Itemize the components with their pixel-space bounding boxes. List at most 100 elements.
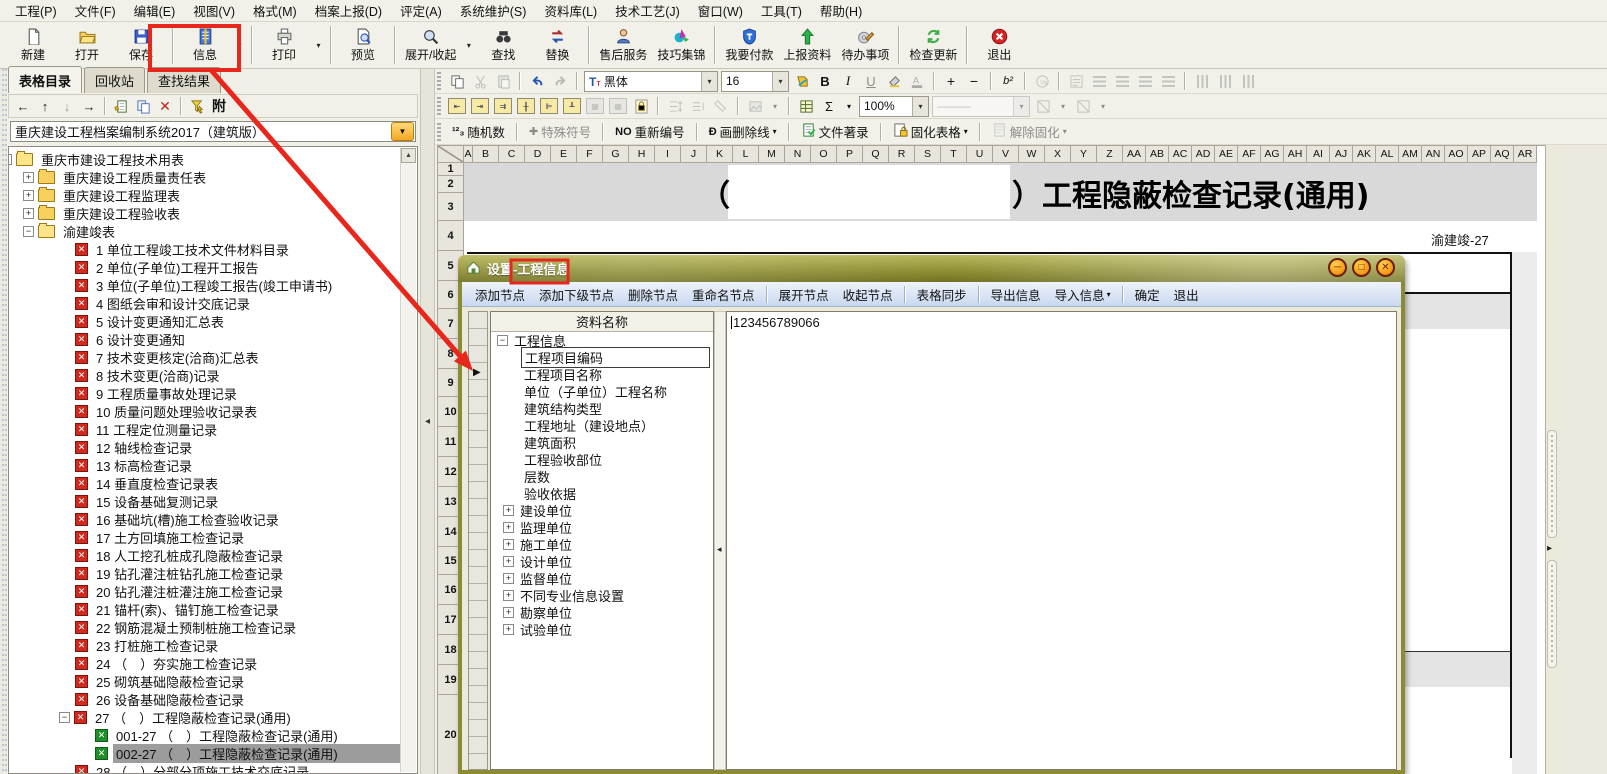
info-item-单位（子单位）工程名称[interactable]: 单位（子单位）工程名称 [491, 383, 713, 400]
tree-item-27[interactable]: −27 （ ）工程隐蔽检查记录(通用) [11, 708, 400, 726]
font-family-select[interactable]: Tт 黑体▾ [584, 71, 718, 92]
border-box-dropdown[interactable]: ▾ [1056, 96, 1070, 116]
menu-item[interactable]: 技术工艺(J) [606, 0, 689, 22]
tree-item[interactable]: +重庆建设工程监理表 [11, 186, 400, 204]
page-merge-icon[interactable]: ▦ [608, 96, 628, 116]
nav-down-icon[interactable]: ↓ [57, 96, 77, 116]
column-header-J[interactable]: J [681, 146, 707, 163]
column-header-AN[interactable]: AN [1422, 146, 1445, 163]
dialog-title-bar[interactable]: 设置-工程信息 ─ □ ✕ [458, 255, 1405, 282]
toolbar-dropdown-expand-collapse[interactable]: ▾ [461, 25, 476, 65]
dialog-button-重命名节点[interactable]: 重命名节点 [685, 282, 762, 307]
line-spacing-decrease-icon[interactable] [688, 96, 708, 116]
info-group-监督单位[interactable]: +监督单位 [491, 570, 713, 587]
tree-item[interactable]: +重庆建设工程验收表 [11, 204, 400, 222]
sheet-corner-cell[interactable] [438, 146, 464, 163]
tree-item-10[interactable]: 10 质量问题处理验收记录表 [11, 402, 400, 420]
expand-plus-icon[interactable]: + [23, 208, 34, 219]
tree-item-28[interactable]: 28 （ ）分部分项施工技术交底记录 [11, 762, 400, 774]
collapse-left-icon[interactable]: ◂ [425, 416, 430, 427]
tool-unsolidify[interactable]: 解除固化▾ [987, 120, 1072, 143]
attachment-button[interactable]: 附 [209, 96, 229, 116]
tree-item-25[interactable]: 25 砌筑基础隐蔽检查记录 [11, 672, 400, 690]
font-color-icon[interactable] [792, 71, 812, 91]
tree-item-24[interactable]: 24 （ ）夯实施工检查记录 [11, 654, 400, 672]
archive-select-dropdown[interactable]: ▼ [391, 122, 414, 141]
column-header-AR[interactable]: AR [1514, 146, 1537, 163]
toolbar-button-todo[interactable]: 待办事项 [836, 23, 894, 67]
tool-solidify-table[interactable]: 固化表格▾ [888, 120, 973, 143]
collapse-tree-icon[interactable]: ◂ [717, 544, 722, 555]
dialog-button-添加节点[interactable]: 添加节点 [468, 282, 532, 307]
column-header-AQ[interactable]: AQ [1491, 146, 1514, 163]
collapse-minus-icon[interactable]: − [59, 712, 70, 723]
insert-table-icon[interactable] [796, 96, 816, 116]
toolbar-button-preview[interactable]: 预览 [336, 23, 390, 67]
fill-color-icon[interactable] [884, 71, 904, 91]
tool-file-catalog[interactable]: 文件著录 [796, 120, 874, 143]
column-header-AA[interactable]: AA [1123, 146, 1146, 163]
tree-item-23[interactable]: 23 打桩施工检查记录 [11, 636, 400, 654]
tree-item-17[interactable]: 17 土方回填施工检查记录 [11, 528, 400, 546]
tab-查找结果[interactable]: 查找结果 [147, 67, 221, 93]
dialog-splitter[interactable]: ◂ [714, 311, 726, 770]
underline-button[interactable]: U [861, 71, 881, 91]
expand-plus-icon[interactable]: + [503, 607, 514, 618]
delete-row-icon[interactable]: ╨ [562, 96, 582, 116]
info-item-建筑结构类型[interactable]: 建筑结构类型 [491, 400, 713, 417]
redo-icon[interactable] [550, 71, 570, 91]
tree-item[interactable]: −重庆市建设工程技术用表 [11, 150, 400, 168]
column-header-S[interactable]: S [915, 146, 941, 163]
numbering-icon[interactable]: ⅟a [1032, 71, 1052, 91]
tree-item-19[interactable]: 19 钻孔灌注桩钻孔施工检查记录 [11, 564, 400, 582]
expand-plus-icon[interactable]: + [503, 505, 514, 516]
tree-item-8[interactable]: 8 技术变更(洽商)记录 [11, 366, 400, 384]
row-header-3[interactable]: 3 [438, 193, 464, 221]
insert-row-above-icon[interactable]: ⇤ [447, 96, 467, 116]
zoom-select[interactable]: 100%▾ [859, 96, 929, 117]
tree-item-16[interactable]: 16 基础坑(槽)施工检查验收记录 [11, 510, 400, 528]
dialog-button-确定[interactable]: 确定 [1128, 282, 1167, 307]
tree-item-001-27[interactable]: 001-27 （ ）工程隐蔽检查记录(通用) [11, 726, 400, 744]
info-item-建筑面积[interactable]: 建筑面积 [491, 434, 713, 451]
archive-system-select[interactable]: 重庆建设工程档案编制系统2017（建筑版） ▼ [10, 121, 416, 142]
column-header-H[interactable]: H [629, 146, 655, 163]
info-group-建设单位[interactable]: +建设单位 [491, 502, 713, 519]
column-header-X[interactable]: X [1045, 146, 1071, 163]
info-group-设计单位[interactable]: +设计单位 [491, 553, 713, 570]
split-cell-icon[interactable]: ╫ [516, 96, 536, 116]
column-header-AG[interactable]: AG [1261, 146, 1284, 163]
align-frame-icon[interactable] [1066, 71, 1086, 91]
line-style-select[interactable]: ———▾ [932, 96, 1030, 117]
column-header-L[interactable]: L [733, 146, 759, 163]
info-group-监理单位[interactable]: +监理单位 [491, 519, 713, 536]
align-justify-icon[interactable] [1158, 71, 1178, 91]
expand-plus-icon[interactable]: + [23, 172, 34, 183]
align-right-icon[interactable] [1135, 71, 1155, 91]
tree-item-13[interactable]: 13 标高检查记录 [11, 456, 400, 474]
tree-item-14[interactable]: 14 垂直度检查记录表 [11, 474, 400, 492]
info-item-层数[interactable]: 层数 [491, 468, 713, 485]
column-header-V[interactable]: V [993, 146, 1019, 163]
toolbar-button-info[interactable]: 信息 [178, 23, 232, 67]
align-left-icon[interactable] [1089, 71, 1109, 91]
column-header-K[interactable]: K [707, 146, 733, 163]
toolbar-button-after-sales[interactable]: 售后服务 [594, 23, 652, 67]
toolbar-button-save[interactable]: 保存 [114, 23, 168, 67]
row-header-2[interactable]: 2 [438, 176, 464, 193]
column-header-AE[interactable]: AE [1215, 146, 1238, 163]
image-fill-icon[interactable] [745, 96, 765, 116]
info-item-工程项目编码[interactable]: 工程项目编码 [491, 349, 713, 366]
nav-left-icon[interactable]: ← [13, 96, 33, 116]
tree-item-5[interactable]: 5 设计变更通知汇总表 [11, 312, 400, 330]
menu-item[interactable]: 编辑(E) [125, 0, 185, 22]
column-header-AJ[interactable]: AJ [1330, 146, 1353, 163]
column-header-P[interactable]: P [837, 146, 863, 163]
left-splitter[interactable]: ◂ [420, 69, 435, 774]
column-header-AI[interactable]: AI [1307, 146, 1330, 163]
tree-item-18[interactable]: 18 人工挖孔桩成孔隐蔽检查记录 [11, 546, 400, 564]
column-header-B[interactable]: B [473, 146, 499, 163]
column-header-AF[interactable]: AF [1238, 146, 1261, 163]
expand-plus-icon[interactable]: + [503, 522, 514, 533]
dialog-button-表格同步[interactable]: 表格同步 [910, 282, 974, 307]
